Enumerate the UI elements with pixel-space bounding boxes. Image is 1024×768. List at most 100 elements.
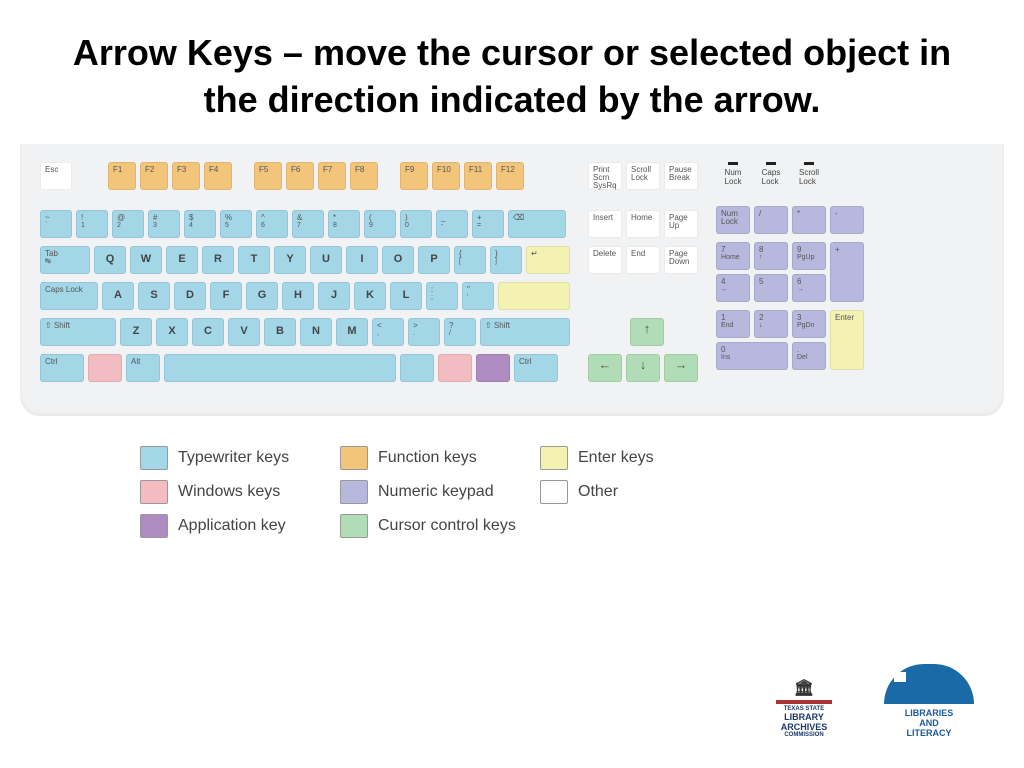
key-f3: F3 xyxy=(172,162,200,190)
key-insert: Insert xyxy=(588,210,622,238)
key-3: #3 xyxy=(148,210,180,238)
key-l: L xyxy=(390,282,422,310)
numpad-6: 6→ xyxy=(792,274,826,302)
numpad-decimal: .Del xyxy=(792,342,826,370)
key-5: %5 xyxy=(220,210,252,238)
key-shift-right: ⇧ Shift xyxy=(480,318,570,346)
key-semicolon: :; xyxy=(426,282,458,310)
key-f1: F1 xyxy=(108,162,136,190)
legend-application: Application key xyxy=(140,514,340,538)
key-home: Home xyxy=(626,210,660,238)
numpad-8: 8↑ xyxy=(754,242,788,270)
key-delete: Delete xyxy=(588,246,622,274)
key-windows-left xyxy=(88,354,122,382)
key-f9: F9 xyxy=(400,162,428,190)
key-u: U xyxy=(310,246,342,274)
key-a: A xyxy=(102,282,134,310)
key-windows-right xyxy=(438,354,472,382)
key-shift-left: ⇧ Shift xyxy=(40,318,116,346)
key-i: I xyxy=(346,246,378,274)
key-x: X xyxy=(156,318,188,346)
key-enter: ↵ xyxy=(526,246,570,274)
key-v: V xyxy=(228,318,260,346)
key-j: J xyxy=(318,282,350,310)
key-bracket-right: }] xyxy=(490,246,522,274)
key-z: Z xyxy=(120,318,152,346)
legend-function: Function keys xyxy=(340,446,540,470)
key-alt-right xyxy=(400,354,434,382)
key-c: C xyxy=(192,318,224,346)
key-tab: Tab↹ xyxy=(40,246,90,274)
indicator-scrolllock: Scroll Lock xyxy=(792,162,826,186)
legend-other: Other xyxy=(540,480,700,504)
key-ctrl-right: Ctrl xyxy=(514,354,558,382)
key-s: S xyxy=(138,282,170,310)
key-alt-left: Alt xyxy=(126,354,160,382)
legend: Typewriter keys Function keys Enter keys… xyxy=(140,446,1024,538)
numpad-4: 4← xyxy=(716,274,750,302)
numpad-multiply: * xyxy=(792,206,826,234)
indicator-capslock: Caps Lock xyxy=(754,162,788,186)
key-2: @2 xyxy=(112,210,144,238)
key-arrow-left: ← xyxy=(588,354,622,382)
logo-library-archives: 🏛 TEXAS STATE LIBRARY ARCHIVES COMMISSIO… xyxy=(764,678,844,738)
key-capslock: Caps Lock xyxy=(40,282,98,310)
key-k: K xyxy=(354,282,386,310)
legend-typewriter: Typewriter keys xyxy=(140,446,340,470)
key-enter-lower xyxy=(498,282,570,310)
numpad-1: 1End xyxy=(716,310,750,338)
key-bracket-left: {[ xyxy=(454,246,486,274)
legend-numeric: Numeric keypad xyxy=(340,480,540,504)
key-end: End xyxy=(626,246,660,274)
key-r: R xyxy=(202,246,234,274)
key-f4: F4 xyxy=(204,162,232,190)
key-comma: <, xyxy=(372,318,404,346)
key-6: ^6 xyxy=(256,210,288,238)
key-f7: F7 xyxy=(318,162,346,190)
key-=: += xyxy=(472,210,504,238)
key-period: >. xyxy=(408,318,440,346)
key-y: Y xyxy=(274,246,306,274)
key-w: W xyxy=(130,246,162,274)
slide-title: Arrow Keys – move the cursor or selected… xyxy=(0,0,1024,134)
numpad-divide: / xyxy=(754,206,788,234)
numpad-subtract: - xyxy=(830,206,864,234)
key-m: M xyxy=(336,318,368,346)
key-f8: F8 xyxy=(350,162,378,190)
key-7: &7 xyxy=(292,210,324,238)
legend-cursor: Cursor control keys xyxy=(340,514,540,538)
numpad-5: 5 xyxy=(754,274,788,302)
numpad-numlock: Num Lock xyxy=(716,206,750,234)
key-scrolllock: Scroll Lock xyxy=(626,162,660,190)
key-arrow-right: → xyxy=(664,354,698,382)
key-g: G xyxy=(246,282,278,310)
key-f11: F11 xyxy=(464,162,492,190)
key-f12: F12 xyxy=(496,162,524,190)
legend-enter: Enter keys xyxy=(540,446,700,470)
key-quote: "' xyxy=(462,282,494,310)
key-f: F xyxy=(210,282,242,310)
key-pageup: Page Up xyxy=(664,210,698,238)
indicator-numlock: Num Lock xyxy=(716,162,750,186)
key-e: E xyxy=(166,246,198,274)
key-slash: ?/ xyxy=(444,318,476,346)
key-printscreen: Print Scrn SysRq xyxy=(588,162,622,190)
numpad-3: 3PgDn xyxy=(792,310,826,338)
numpad-7: 7Home xyxy=(716,242,750,270)
key-b: B xyxy=(264,318,296,346)
key-q: Q xyxy=(94,246,126,274)
key-f10: F10 xyxy=(432,162,460,190)
key-f5: F5 xyxy=(254,162,282,190)
key-ctrl-left: Ctrl xyxy=(40,354,84,382)
key-arrow-down: ↓ xyxy=(626,354,660,382)
key-arrow-up: ↑ xyxy=(630,318,664,346)
key-`: ~` xyxy=(40,210,72,238)
key-pause: Pause Break xyxy=(664,162,698,190)
numpad-2: 2↓ xyxy=(754,310,788,338)
key-h: H xyxy=(282,282,314,310)
key-9: (9 xyxy=(364,210,396,238)
key-0: )0 xyxy=(400,210,432,238)
key-space xyxy=(164,354,396,382)
key-1: !1 xyxy=(76,210,108,238)
numpad-9: 9PgUp xyxy=(792,242,826,270)
